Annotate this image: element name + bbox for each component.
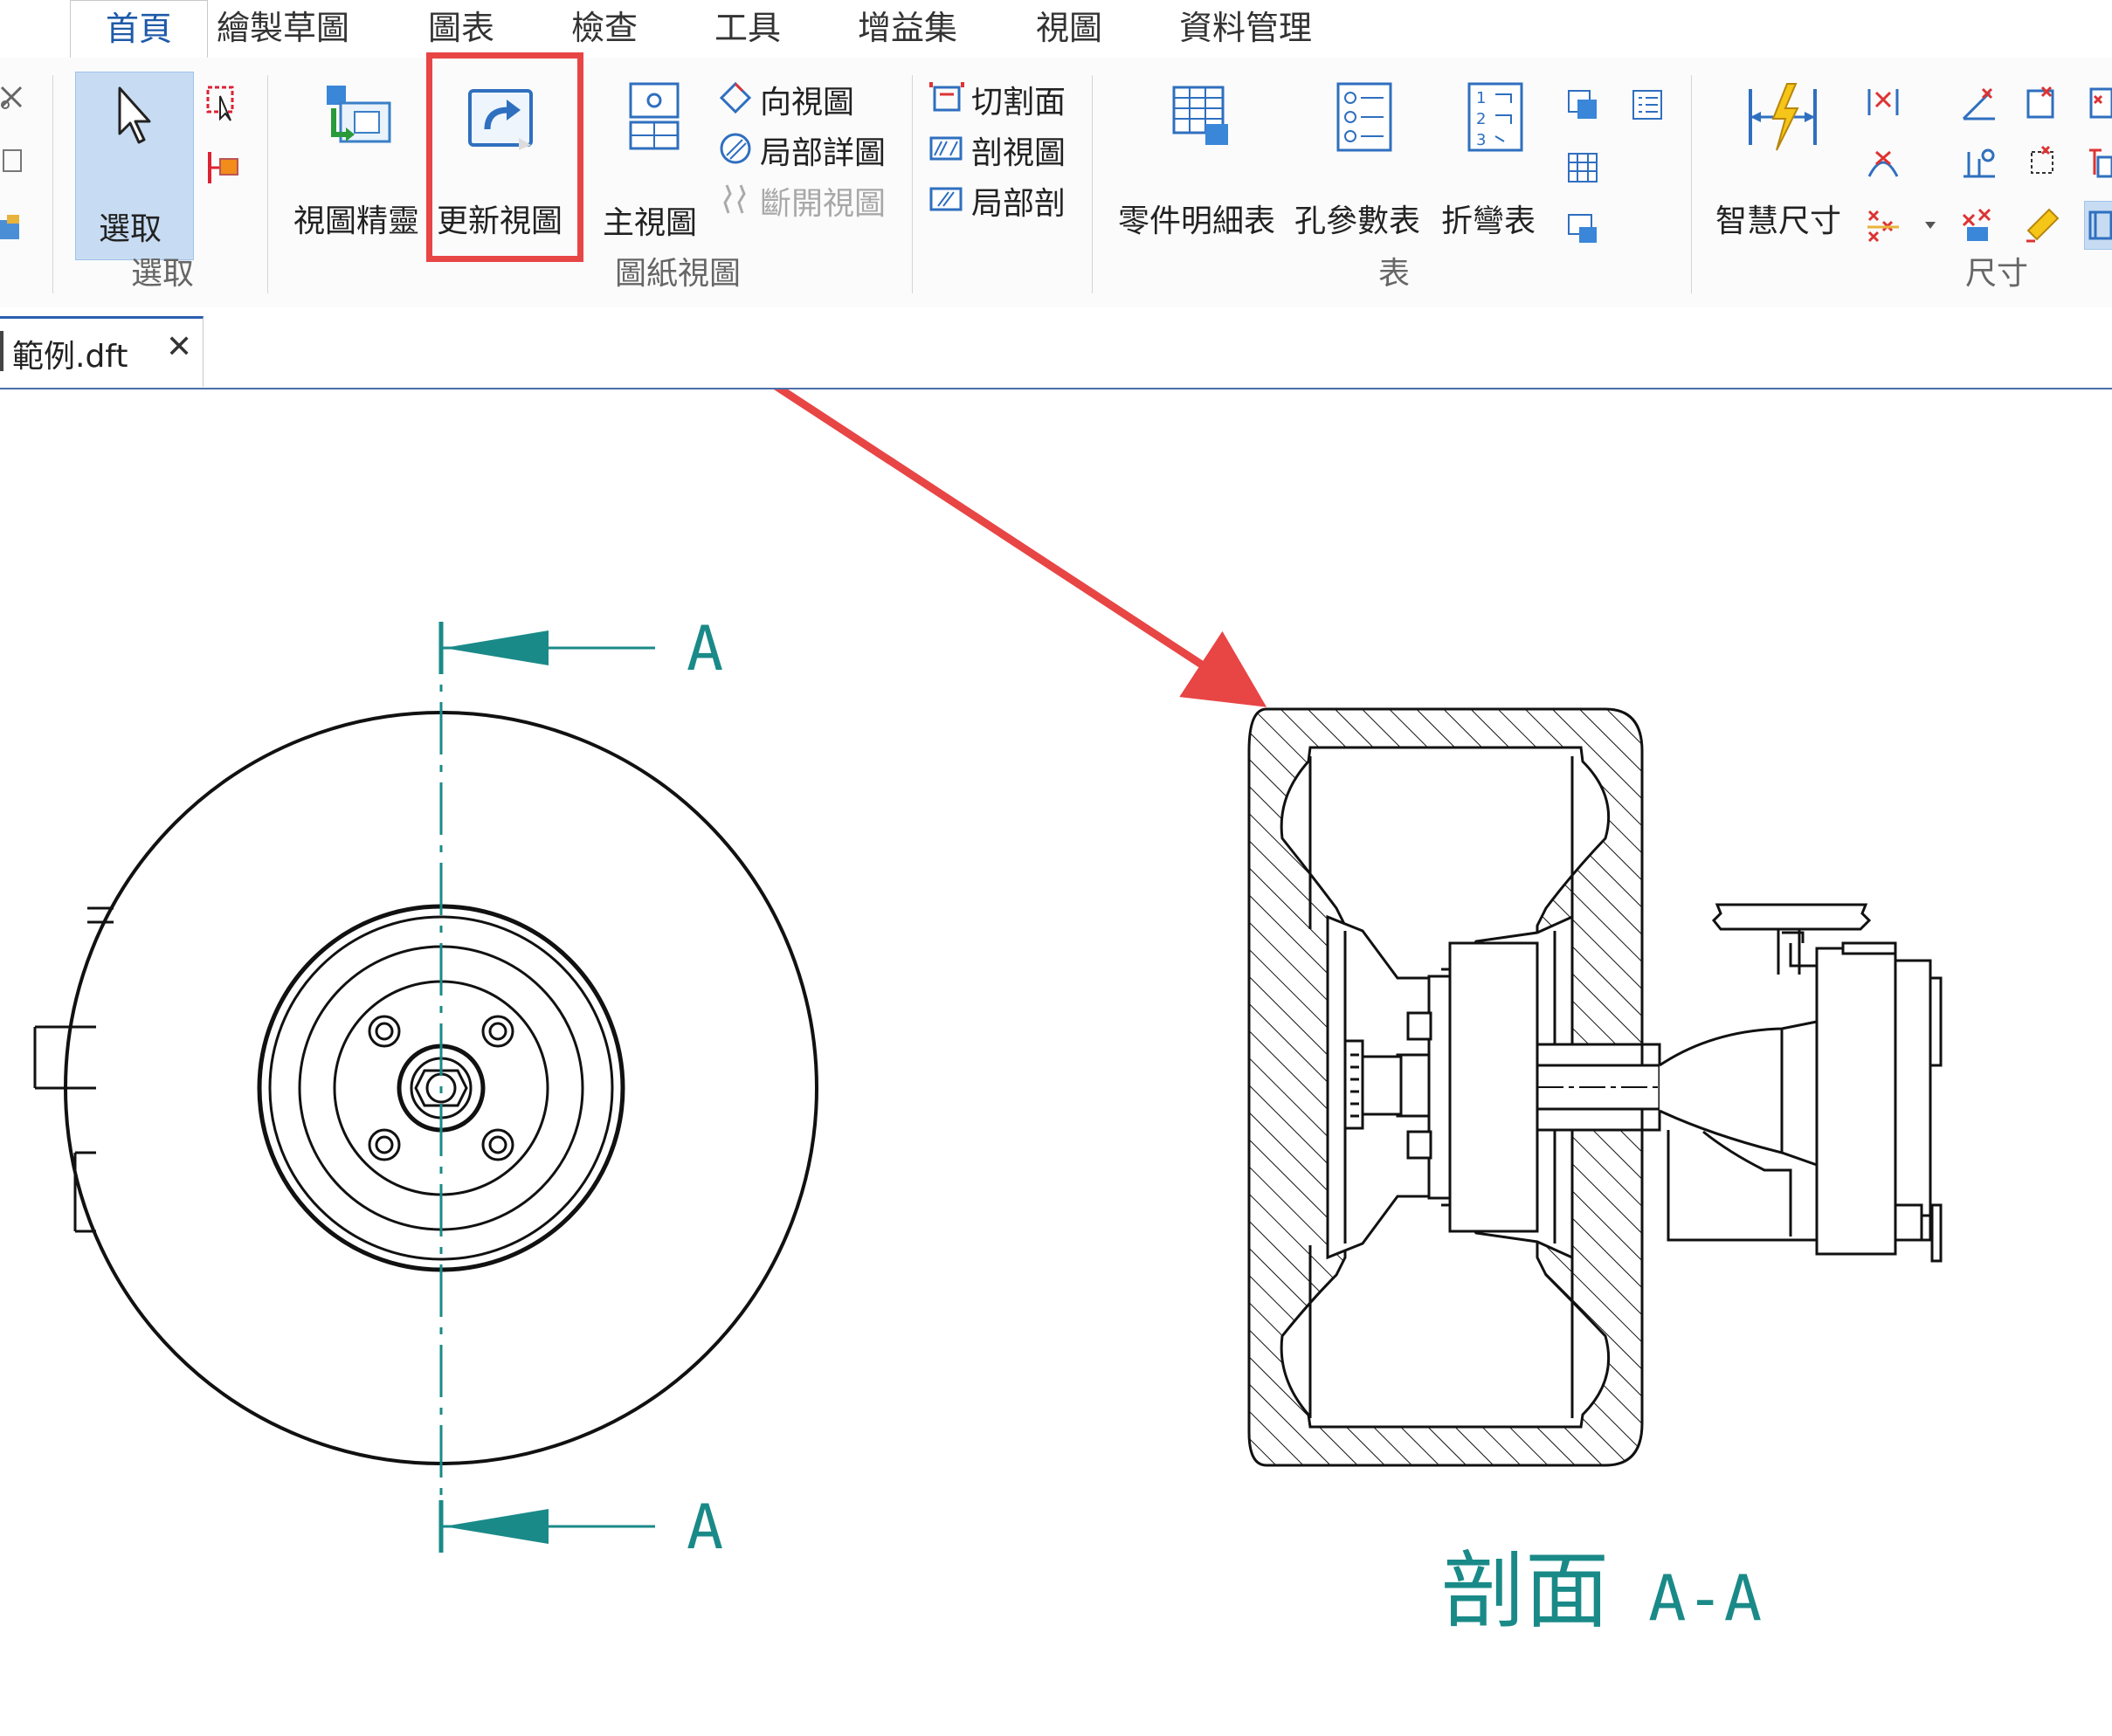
ribbon: 選取 選取 視圖精靈 更新視圖 主視圖 向視圖 局部詳圖 斷開視圖 切割面 剖視…: [0, 58, 2112, 308]
dimension-toggle-icon: [2088, 210, 2112, 240]
tab-sketch[interactable]: 繪製草圖: [217, 0, 349, 56]
broken-out-section-icon: [929, 187, 963, 211]
angular-coordinate-icon[interactable]: [1960, 84, 1998, 122]
pointer-arrow-line: [773, 389, 1267, 707]
symmetric-diameter-icon[interactable]: [2023, 84, 2061, 122]
select-group-label: 選取: [131, 256, 195, 292]
svg-text:3: 3: [1476, 131, 1486, 149]
smart-dimension-icon[interactable]: [1747, 80, 1819, 154]
chamfer-dimension-icon[interactable]: [2086, 84, 2112, 122]
bend-table-label[interactable]: 折彎表: [1441, 196, 1536, 241]
dimension-group-label: 尺寸: [1965, 256, 2029, 292]
highlight-box: [426, 52, 583, 262]
section-letter-top: A: [687, 613, 724, 685]
cutting-plane-label: 切割面: [971, 85, 1066, 121]
auxiliary-view-label: 向視圖: [760, 85, 855, 121]
dimension-style-icon[interactable]: [1960, 206, 1998, 245]
cutting-plane-icon: [929, 82, 964, 112]
section-view-label: 剖視圖: [971, 135, 1066, 171]
menu-tab-bar: 首頁 繪製草圖 圖表 檢查 工具 增益集 視圖 資料管理: [0, 0, 2112, 59]
bend-table-icon[interactable]: 1 2 3: [1466, 80, 1525, 154]
broken-out-section-label: 局部剖: [971, 186, 1066, 222]
select-tool-icon[interactable]: [204, 84, 243, 122]
tab-home[interactable]: 首頁: [70, 0, 209, 59]
tab-tools[interactable]: 工具: [714, 0, 781, 56]
dimension-offset-icon[interactable]: [2086, 143, 2112, 182]
front-view[interactable]: [33, 711, 818, 1465]
section-view-drawing[interactable]: [1247, 707, 1943, 1467]
parts-list-icon[interactable]: [1170, 82, 1233, 152]
document-tab-name: 範例.dft: [12, 339, 128, 375]
dimension-toggle-button[interactable]: [2084, 201, 2112, 250]
view-wizard-label[interactable]: 視圖精靈: [293, 196, 419, 241]
hole-table-icon[interactable]: [1335, 80, 1394, 154]
tab-data-management[interactable]: 資料管理: [1179, 0, 1312, 56]
pointer-arrow-icon: [118, 86, 151, 144]
section-caption: 剖面 A-A: [1441, 1523, 1762, 1644]
table-option-3-icon[interactable]: [1565, 150, 1600, 185]
view-wizard-icon[interactable]: [323, 82, 397, 155]
chevron-down-icon[interactable]: [1922, 218, 1939, 232]
table-option-1-icon[interactable]: [1565, 87, 1600, 122]
tab-inspect[interactable]: 檢查: [571, 0, 638, 56]
table-option-4-icon[interactable]: [1565, 211, 1600, 246]
document-tab-edge: [0, 331, 3, 371]
coordinate-dimension-icon[interactable]: [1864, 206, 1902, 245]
tables-group-label: 表: [1378, 256, 1411, 292]
tab-add-ins[interactable]: 增益集: [858, 0, 957, 56]
stacked-dimension-icon[interactable]: [1960, 143, 1998, 182]
retrieve-dimensions-icon[interactable]: [2023, 206, 2061, 245]
document-tab-bar: 範例.dft ✕: [0, 307, 2112, 389]
detail-view-label: 局部詳圖: [760, 135, 887, 171]
broken-view-label: 斷開視圖: [760, 186, 887, 222]
drawing-sheet[interactable]: A A 剖面 A-A: [0, 389, 2112, 1736]
angle-between-icon[interactable]: [1864, 143, 1902, 182]
section-caption-id: A-A: [1648, 1561, 1763, 1635]
section-letter-bottom: A: [687, 1491, 724, 1563]
tab-diagram[interactable]: 圖表: [428, 0, 494, 56]
drawing-svg: [33, 389, 1943, 1553]
hole-table-label[interactable]: 孔參數表: [1294, 196, 1420, 241]
pin-select-icon[interactable]: [204, 148, 243, 187]
tab-view[interactable]: 視圖: [1036, 0, 1102, 56]
broken-view-icon: [723, 184, 746, 214]
dimension-point-icon[interactable]: [2023, 143, 2061, 182]
table-option-2-icon[interactable]: [1630, 87, 1665, 122]
document-tab[interactable]: 範例.dft ✕: [0, 316, 204, 387]
principal-view-label[interactable]: 主視圖: [603, 197, 697, 243]
paste-icon[interactable]: [0, 213, 26, 243]
close-icon[interactable]: ✕: [166, 329, 192, 365]
select-label: 選取: [99, 211, 162, 247]
section-caption-prefix: 剖面: [1441, 1542, 1609, 1640]
parts-list-label[interactable]: 零件明細表: [1118, 196, 1275, 241]
distance-between-icon[interactable]: [1864, 84, 1902, 119]
copy-icon[interactable]: [0, 145, 26, 175]
cut-icon[interactable]: [0, 84, 26, 110]
detail-view-icon: [720, 133, 751, 164]
section-view-icon: [929, 136, 963, 161]
smart-dimension-label[interactable]: 智慧尺寸: [1715, 196, 1841, 241]
drawing-views-group-label: 圖紙視圖: [615, 256, 742, 292]
svg-text:1: 1: [1476, 89, 1486, 107]
principal-view-icon[interactable]: [627, 80, 681, 154]
select-button[interactable]: 選取: [75, 72, 194, 260]
auxiliary-view-icon: [719, 81, 752, 114]
svg-text:2: 2: [1476, 110, 1486, 128]
